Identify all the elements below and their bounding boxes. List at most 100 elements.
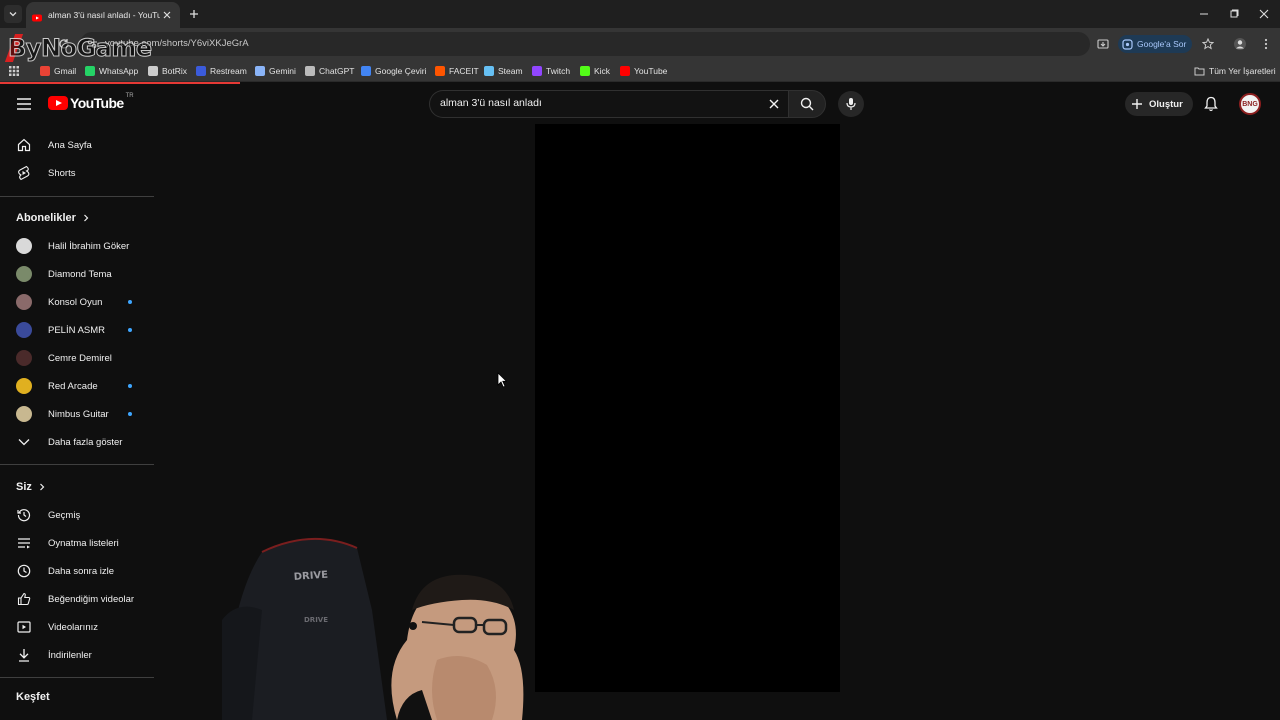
browser-menu-icon[interactable] [1258,36,1274,52]
sidebar-item-label: Geçmiş [48,509,81,521]
subscriptions-header[interactable]: Abonelikler [16,212,90,224]
sidebar-item-channel[interactable]: Halil İbrahim Göker [0,232,154,260]
sidebar-item-channel[interactable]: Cemre Demirel [0,344,154,372]
tab-search-button[interactable] [4,5,22,23]
bookmark-chatgpt[interactable]: ChatGPT [305,64,354,78]
google-ask-button[interactable]: Google'a Sor [1118,35,1193,53]
explore-title: Keşfet [16,691,50,703]
chevron-right-icon [39,483,45,491]
guide-menu-button[interactable] [14,94,34,114]
search-input[interactable] [440,97,760,109]
your-videos-icon [16,619,32,635]
bookmark-steam[interactable]: Steam [484,64,523,78]
sidebar-item-playlists[interactable]: Oynatma listeleri [0,529,154,557]
sidebar-item-history[interactable]: Geçmiş [0,501,154,529]
bookmark-label: Kick [594,66,611,76]
bookmark-gemini[interactable]: Gemini [255,64,296,78]
bookmark-faceit[interactable]: FACEIT [435,64,479,78]
channel-avatar [16,406,32,422]
search-box [429,90,788,118]
kick-icon [580,66,590,76]
channel-name: Red Arcade [48,380,98,392]
plus-icon [190,10,198,18]
apps-grid-icon[interactable] [6,63,22,79]
avatar-initials: BNG [1242,100,1258,108]
bookmark-whatsapp[interactable]: WhatsApp [85,64,138,78]
sidebar-item-label: Oynatma listeleri [48,537,119,549]
sidebar-divider [0,677,154,678]
youtube-logo[interactable]: YouTube TR [48,93,134,111]
bookmark-twitch[interactable]: Twitch [532,64,570,78]
faceit-icon [435,66,445,76]
sidebar-item-home[interactable]: Ana Sayfa [0,131,154,159]
browser-tab-active[interactable]: alman 3'ü nasıl anladı - YouTube [26,2,180,28]
close-icon [1259,9,1269,19]
streamer-watermark: ByNoGame [8,34,153,63]
restream-icon [196,66,206,76]
close-window-button[interactable] [1256,6,1272,22]
sidebar-item-watch-later[interactable]: Daha sonra izle [0,557,154,585]
show-more-button[interactable]: Daha fazla göster [0,428,154,456]
shorts-video-player[interactable] [535,124,840,692]
youtube-play-icon [48,96,68,110]
profile-icon[interactable] [1232,36,1248,52]
sidebar-item-channel[interactable]: Diamond Tema [0,260,154,288]
notifications-button[interactable] [1201,94,1221,114]
tab-title: alman 3'ü nasıl anladı - YouTube [48,10,160,20]
you-header[interactable]: Siz [16,481,46,493]
youtube-wordmark: YouTube [70,95,124,111]
bookmark-gmail[interactable]: Gmail [40,64,76,78]
bookmark-star-icon[interactable] [1200,36,1216,52]
install-app-icon[interactable] [1095,36,1111,52]
channel-avatar [16,322,32,338]
sidebar-divider [0,464,154,465]
voice-search-button[interactable] [838,91,864,117]
bookmark-kick[interactable]: Kick [580,64,610,78]
sidebar-item-label: Videolarınız [48,621,98,633]
bookmark-label: Gmail [54,66,77,76]
steam-icon [484,66,494,76]
bookmark-label: ChatGPT [319,66,355,76]
account-avatar[interactable]: BNG [1239,93,1261,115]
bookmark-label: WhatsApp [99,66,139,76]
youtube-header: YouTube TR Oluştur BNG [0,84,1280,124]
channel-name: Konsol Oyun [48,296,103,308]
channel-avatar [16,294,32,310]
streamer-webcam-overlay: DRIVE DRIVE [222,530,532,720]
history-icon [16,507,32,523]
browser-tab-strip: alman 3'ü nasıl anladı - YouTube [0,0,1280,28]
restore-button[interactable] [1226,6,1242,22]
you-title: Siz [16,481,32,493]
lens-icon [1122,38,1133,50]
create-button[interactable]: Oluştur [1125,92,1193,116]
sidebar-item-liked-videos[interactable]: Beğendiğim videolar [0,585,154,613]
bookmark-botrix[interactable]: BotRix [148,64,187,78]
sidebar-divider [0,196,154,197]
all-bookmarks-label: Tüm Yer İşaretleri [1209,66,1276,76]
playlist-icon [16,535,32,551]
minimize-icon [1200,13,1208,15]
google-ask-label: Google'a Sor [1137,39,1187,49]
channel-avatar [16,378,32,394]
tab-close-icon[interactable] [160,8,174,22]
microphone-icon [846,98,856,110]
search-button[interactable] [788,90,826,118]
bookmark-label: Gemini [269,66,296,76]
bookmark-restream[interactable]: Restream [196,64,247,78]
sidebar-item-your-videos[interactable]: Videolarınız [0,613,154,641]
sidebar-item-shorts[interactable]: Shorts [0,159,154,187]
new-tab-button[interactable] [186,6,202,22]
bookmark-google-translate[interactable]: Google Çeviri [361,64,427,78]
channel-avatar [16,238,32,254]
sidebar-item-downloads[interactable]: İndirilenler [0,641,154,669]
bookmark-youtube[interactable]: YouTube [620,64,667,78]
google-translate-icon [361,66,371,76]
country-code: TR [125,93,134,99]
all-bookmarks-folder[interactable]: Tüm Yer İşaretleri [1194,64,1276,78]
sidebar-item-label: Ana Sayfa [48,139,92,151]
chatgpt-icon [305,66,315,76]
minimize-button[interactable] [1196,6,1212,22]
bookmark-label: BotRix [162,66,188,76]
gmail-icon [40,66,50,76]
clear-search-button[interactable] [765,95,783,113]
